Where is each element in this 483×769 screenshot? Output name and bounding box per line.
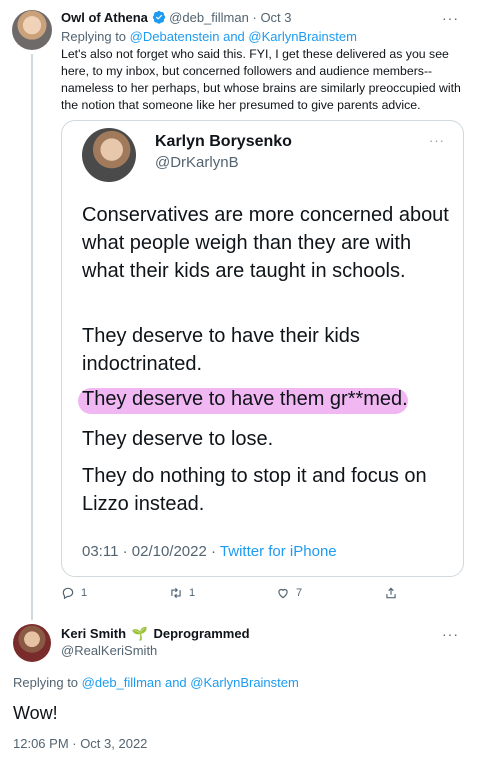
like-button[interactable]: 7 <box>276 586 302 600</box>
quoted-meta: 03:11 · 02/10/2022 · Twitter for iPhone <box>82 543 337 560</box>
more-icon[interactable]: ··· <box>429 133 445 148</box>
thread-line <box>31 54 33 620</box>
quoted-source[interactable]: Twitter for iPhone <box>220 543 337 560</box>
tweet-text: Let's also not forget who said this. FYI… <box>61 47 461 112</box>
share-icon <box>386 587 396 599</box>
avatar[interactable] <box>12 10 52 50</box>
quoted-handle[interactable]: @DrKarlynB <box>155 154 239 171</box>
display-name[interactable]: Owl of Athena <box>61 10 148 25</box>
avatar[interactable] <box>13 624 51 662</box>
tweet-owl-of-athena[interactable]: Owl of Athena @deb_fillman · Oct 3 ··· R… <box>0 0 483 620</box>
tweet-header: Keri Smith 🌱 Deprogrammed <box>61 626 250 642</box>
like-count: 7 <box>296 587 303 599</box>
quoted-tweet[interactable]: Karlyn Borysenko @DrKarlynB ··· Conserva… <box>61 120 464 577</box>
replying-to: Replying to @Debatenstein and @KarlynBra… <box>61 29 357 44</box>
replying-prefix: Replying to <box>13 675 79 690</box>
replying-to-link[interactable]: @deb_fillman and @KarlynBrainstem <box>82 675 299 690</box>
quoted-paragraph: They deserve to have their kids indoctri… <box>82 325 360 375</box>
avatar[interactable] <box>82 128 136 182</box>
retweet-count: 1 <box>189 587 196 599</box>
tweet-text: Wow! <box>13 703 58 723</box>
quoted-paragraph: They deserve to lose. <box>82 428 274 450</box>
tweet-header: Owl of Athena @deb_fillman · Oct 3 <box>61 10 292 25</box>
action-bar: 1 1 7 <box>61 586 411 606</box>
quoted-paragraph: They do nothing to stop it and focus on … <box>82 465 427 515</box>
quoted-display-name[interactable]: Karlyn Borysenko <box>155 133 292 151</box>
retweet-icon <box>171 587 181 599</box>
quoted-paragraph-highlighted: They deserve to have them gr**med. <box>82 388 408 410</box>
replying-to-link[interactable]: @Debatenstein and @KarlynBrainstem <box>130 29 357 44</box>
reply-count: 1 <box>81 587 88 599</box>
display-name[interactable]: Keri Smith <box>61 626 126 641</box>
share-button[interactable] <box>384 586 398 600</box>
like-icon <box>278 588 288 599</box>
badge-text: Deprogrammed <box>153 626 250 641</box>
quoted-time[interactable]: 03:11 · 02/10/2022 · <box>82 543 216 560</box>
tweet-timestamp[interactable]: 12:06 PM · Oct 3, 2022 <box>13 736 147 751</box>
replying-prefix: Replying to <box>61 29 127 44</box>
quoted-paragraph: Conservatives are more concerned about w… <box>82 204 449 282</box>
handle[interactable]: @RealKeriSmith <box>61 643 157 658</box>
replying-to: Replying to @deb_fillman and @KarlynBrai… <box>13 675 299 690</box>
tweet-keri-smith[interactable]: Keri Smith 🌱 Deprogrammed @RealKeriSmith… <box>0 614 483 769</box>
separator: · <box>252 10 257 25</box>
retweet-button[interactable]: 1 <box>169 586 195 600</box>
tweet-date[interactable]: Oct 3 <box>260 10 291 25</box>
sprout-icon: 🌱 <box>131 626 148 641</box>
more-icon[interactable]: ··· <box>442 626 459 642</box>
reply-icon <box>62 587 74 600</box>
more-icon[interactable]: ··· <box>442 10 459 26</box>
reply-button[interactable]: 1 <box>61 586 87 600</box>
verified-badge-icon <box>152 10 165 24</box>
handle[interactable]: @deb_fillman <box>169 10 249 25</box>
